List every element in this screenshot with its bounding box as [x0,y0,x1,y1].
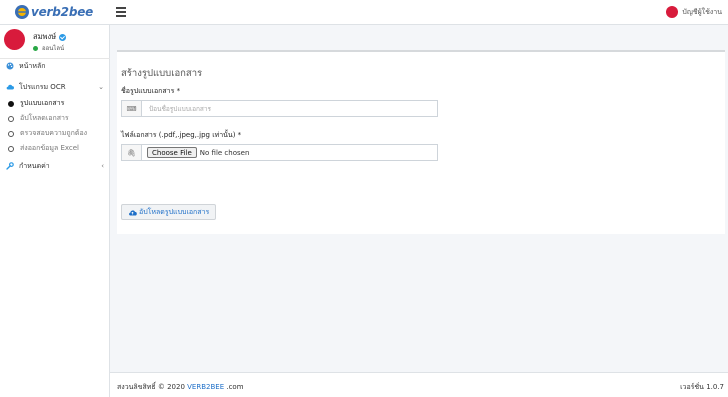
sidebar-subitem-verify[interactable]: ตรวจสอบความถูกต้อง [8,127,104,140]
sidebar-subitem-label: ตรวจสอบความถูกต้อง [20,129,88,137]
wrench-icon [6,162,14,170]
verified-icon [59,33,67,41]
sidebar-subitem-label: อัปโหลดเอกสาร [20,114,69,122]
footer: สงวนลิขสิทธิ์ © 2020 VERB2BEE .com เวอร์… [110,372,728,397]
sidebar: สมพงษ์ ออนไลน์ หน้าหลัก โปรแกรม OCR ⌄ รู… [0,25,110,397]
online-dot-icon [33,45,38,51]
document-file-input-group: 🖇 Choose File No file chosen [121,144,438,161]
sidebar-item-label: โปรแกรม OCR [19,82,66,91]
brand-link[interactable]: VERB2BEE [187,383,224,391]
copyright: สงวนลิขสิทธิ์ © 2020 VERB2BEE .com [117,382,244,393]
account-avatar [666,6,679,18]
bee-logo-icon [15,5,29,19]
page-title: สร้างรูปแบบเอกสาร [121,68,203,79]
copyright-suffix: .com [224,383,244,391]
upload-template-button[interactable]: อัปโหลดรูปแบบเอกสาร [121,204,217,220]
circle-filled-icon [8,100,14,107]
sidebar-item-settings[interactable]: กำหนดค่า ‹ [6,159,104,173]
user-status: ออนไลน์ [33,43,64,53]
keyboard-icon: ⌨ [122,101,142,116]
sidebar-subitem-label: รูปแบบเอกสาร [20,99,65,107]
main-content: สร้างรูปแบบเอกสาร ชื่อรูปแบบเอกสาร * ⌨ ป… [110,25,728,372]
version-text: เวอร์ชั่น 1.0.7 [680,383,724,391]
template-name-label: ชื่อรูปแบบเอกสาร * [121,87,181,95]
menu-toggle-icon[interactable] [116,7,126,17]
avatar [4,29,25,50]
cloud-icon [6,84,14,90]
sidebar-subitem-document-templates[interactable]: รูปแบบเอกสาร [8,97,104,110]
user-panel: สมพงษ์ ออนไลน์ [4,29,106,55]
sidebar-item-home[interactable]: หน้าหลัก [6,59,104,73]
account-label: บัญชีผู้ใช้งาน [682,7,722,16]
user-name-text: สมพงษ์ [33,32,57,41]
sidebar-item-ocr[interactable]: โปรแกรม OCR ⌄ [6,80,104,94]
choose-file-button[interactable]: Choose File [147,147,197,158]
top-navbar: verb2bee บัญชีผู้ใช้งาน [0,0,728,25]
sidebar-subitem-export-excel[interactable]: ส่งออกข้อมูล Excel [8,142,104,155]
user-status-text: ออนไลน์ [42,45,65,52]
user-name[interactable]: สมพงษ์ [33,31,67,43]
sidebar-subitem-upload-documents[interactable]: อัปโหลดเอกสาร [8,112,104,125]
app-logo[interactable]: verb2bee [14,3,93,21]
circle-outline-icon [8,145,14,152]
document-file-label: ไฟล์เอกสาร (.pdf,.jpeg,.jpg เท่านั้น) * [121,131,242,139]
account-menu[interactable]: บัญชีผู้ใช้งาน [666,6,722,18]
template-name-input-group: ⌨ ป้อนชื่อรูปแบบเอกสาร [121,100,438,117]
paperclip-icon: 🖇 [122,145,142,160]
logo-text: verb2bee [31,5,94,19]
circle-outline-icon [8,115,14,122]
circle-outline-icon [8,130,14,137]
chevron-down-icon: ⌄ [98,83,104,91]
palette-icon [6,62,14,70]
upload-button-label: อัปโหลดรูปแบบเอกสาร [139,207,210,216]
sidebar-subitem-label: ส่งออกข้อมูล Excel [20,144,79,152]
copyright-text: สงวนลิขสิทธิ์ © 2020 [117,383,188,391]
file-status-text: No file chosen [199,148,250,157]
sidebar-item-label: หน้าหลัก [19,61,46,70]
sidebar-item-label: กำหนดค่า [19,161,50,170]
create-template-card: สร้างรูปแบบเอกสาร ชื่อรูปแบบเอกสาร * ⌨ ป… [117,50,725,234]
template-name-input[interactable]: ป้อนชื่อรูปแบบเอกสาร [142,101,437,116]
cloud-upload-icon [129,209,137,215]
chevron-left-icon: ‹ [101,162,104,170]
